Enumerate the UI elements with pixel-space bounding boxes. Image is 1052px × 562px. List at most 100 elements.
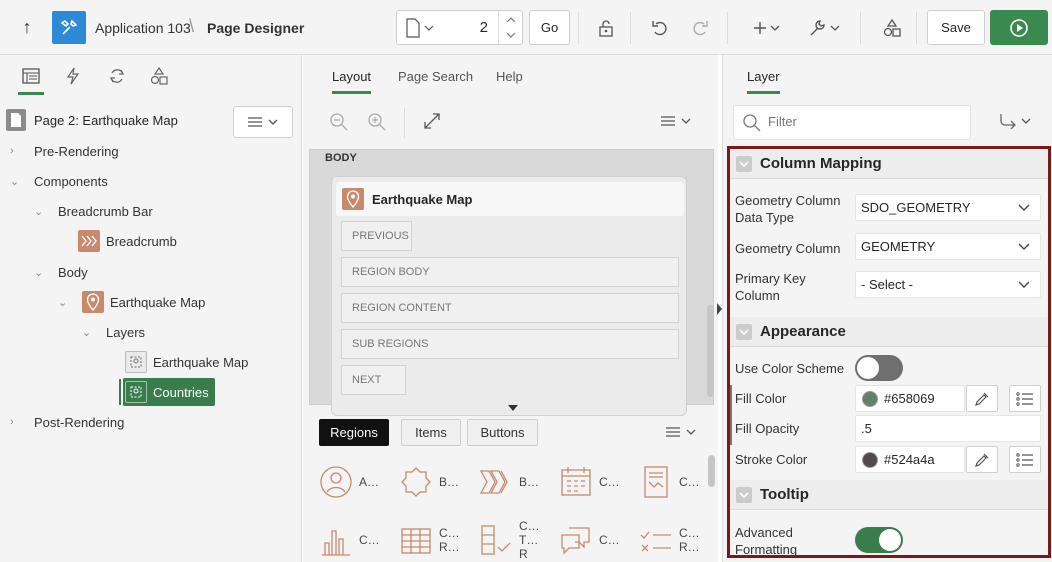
primary-key-column-select[interactable]: - Select - (855, 271, 1041, 298)
page-tree-header[interactable]: Page 2: Earthquake Map (6, 108, 178, 132)
shared-components-icon[interactable] (876, 12, 908, 44)
chevron-down-icon[interactable]: ⌄ (34, 266, 46, 279)
utilities-wrench-icon[interactable] (805, 12, 843, 44)
rendering-tree-panel: Page 2: Earthquake Map › Pre-Rendering ⌄… (0, 55, 302, 562)
tree-node-layer-countries[interactable]: Countries (123, 378, 215, 406)
tree-node-earthquake-map-region[interactable]: ⌄ Earthquake Map (58, 289, 205, 315)
section-column-mapping[interactable]: Column Mapping (730, 149, 1048, 179)
gallery-item[interactable]: A… (319, 457, 399, 507)
redo-icon[interactable] (684, 12, 716, 44)
tree-node-layer-earthquake-map[interactable]: Earthquake Map (125, 349, 248, 375)
chevron-down-icon[interactable]: ⌄ (10, 175, 22, 188)
processing-tab-icon[interactable] (106, 65, 128, 87)
chevron-right-icon[interactable]: › (10, 416, 22, 428)
gallery-item[interactable]: C… R… (399, 515, 479, 562)
page-number-value[interactable]: 2 (480, 19, 488, 36)
gallery-item-label: C… R… (439, 526, 460, 554)
gallery-item[interactable]: C… (559, 457, 639, 507)
tree-node-post-rendering[interactable]: › Post-Rendering (10, 409, 124, 435)
geometry-column-select[interactable]: GEOMETRY (855, 233, 1041, 260)
gallery-item[interactable]: B… (399, 457, 479, 507)
collapse-arrow-icon (508, 405, 518, 411)
create-menu-icon[interactable] (748, 12, 784, 44)
advanced-formatting-toggle[interactable] (855, 527, 903, 553)
page-number-stepper[interactable] (498, 11, 522, 44)
zoom-in-icon[interactable] (367, 112, 387, 135)
stroke-color-swatch[interactable] (862, 451, 878, 468)
expand-icon[interactable] (423, 112, 441, 133)
layout-menu-button[interactable] (661, 115, 691, 127)
gallery-tab-items[interactable]: Items (401, 419, 461, 446)
canvas-scrollbar[interactable] (707, 305, 714, 397)
gallery-tab-regions[interactable]: Regions (319, 419, 389, 446)
tree-node-breadcrumb-bar[interactable]: ⌄ Breadcrumb Bar (34, 198, 153, 224)
tree-node-layers[interactable]: ⌄ Layers (82, 319, 145, 345)
slot-previous[interactable]: PREVIOUS (341, 221, 412, 251)
tree-node-components[interactable]: ⌄ Components (10, 168, 108, 194)
shared-components-tab-icon[interactable] (148, 65, 170, 87)
chevron-down-icon[interactable]: ⌄ (58, 296, 70, 309)
go-to-group-menu[interactable] (999, 113, 1031, 129)
save-button[interactable]: Save (927, 10, 985, 45)
region-earthquake-map[interactable]: Earthquake Map PREVIOUS REGION BODY REGI… (331, 176, 687, 416)
slot-sub-regions[interactable]: SUB REGIONS (341, 329, 679, 359)
tab-layout[interactable]: Layout (332, 69, 372, 94)
chevron-down-icon[interactable]: ⌄ (82, 326, 94, 339)
chevron-down-icon (686, 429, 696, 435)
gallery-item[interactable]: B… (479, 457, 559, 507)
chevron-down-icon[interactable]: ⌄ (34, 205, 46, 218)
lock-icon[interactable] (590, 12, 622, 44)
undo-icon[interactable] (644, 12, 676, 44)
app-builder-icon[interactable] (52, 11, 86, 44)
chevron-right-icon[interactable]: › (10, 145, 22, 157)
tab-page-search[interactable]: Page Search (398, 69, 473, 84)
gallery-item[interactable]: C… R… (639, 515, 719, 562)
gallery-tab-buttons[interactable]: Buttons (467, 419, 538, 446)
zoom-out-icon[interactable] (329, 112, 349, 135)
fill-color-swatch[interactable] (862, 390, 878, 407)
run-page-button[interactable] (990, 10, 1048, 45)
gallery-item[interactable]: C… (319, 515, 399, 562)
gallery-item[interactable]: C… (639, 457, 719, 507)
section-appearance[interactable]: Appearance (730, 317, 1048, 347)
fill-color-input[interactable]: #658069 (855, 385, 965, 412)
stroke-color-list-button[interactable] (1009, 446, 1041, 473)
geometry-column-data-type-select[interactable]: SDO_GEOMETRY (855, 194, 1041, 221)
section-tooltip[interactable]: Tooltip (730, 480, 1048, 510)
chevron-down-icon[interactable] (736, 155, 752, 172)
fill-color-list-button[interactable] (1009, 385, 1041, 412)
stroke-color-input[interactable]: #524a4a (855, 446, 965, 473)
tree-node-pre-rendering[interactable]: › Pre-Rendering (10, 138, 119, 164)
gallery-item[interactable]: C… (559, 515, 639, 562)
chevron-down-icon[interactable] (736, 323, 752, 340)
page-number-input[interactable]: 2 (396, 10, 523, 45)
gallery-item-label: C… (359, 533, 380, 547)
selected-node[interactable]: Countries (123, 378, 215, 406)
breadcrumb-application[interactable]: Application 103 (95, 20, 191, 36)
slot-region-body[interactable]: REGION BODY (341, 257, 679, 287)
rendering-tab-icon[interactable] (18, 65, 44, 95)
region-header[interactable]: Earthquake Map (336, 182, 684, 216)
use-color-scheme-toggle[interactable] (855, 355, 903, 381)
slot-next[interactable]: NEXT (341, 365, 406, 395)
fill-opacity-input[interactable]: .5 (855, 415, 1041, 442)
tab-help[interactable]: Help (496, 69, 523, 84)
stroke-color-picker-button[interactable] (966, 446, 998, 473)
tree-node-body[interactable]: ⌄ Body (34, 259, 88, 285)
gallery-splitter[interactable] (303, 405, 718, 413)
go-button[interactable]: Go (529, 10, 570, 45)
gallery-item[interactable]: C… T… R (479, 515, 559, 562)
fill-color-picker-button[interactable] (966, 385, 998, 412)
chevron-down-icon (1018, 204, 1030, 211)
up-arrow-icon[interactable]: ↑ (14, 14, 40, 40)
chevron-down-icon[interactable] (736, 486, 752, 503)
gallery-menu-button[interactable] (666, 426, 696, 438)
filter-input[interactable] (768, 114, 958, 129)
gallery-scrollbar[interactable] (708, 455, 715, 487)
slot-region-content[interactable]: REGION CONTENT (341, 293, 679, 323)
tree-menu-button[interactable] (233, 106, 293, 138)
tab-layer[interactable]: Layer (747, 69, 780, 94)
dynamic-actions-tab-icon[interactable] (62, 65, 84, 87)
filter-field[interactable] (733, 105, 971, 140)
tree-node-breadcrumb[interactable]: Breadcrumb (78, 228, 177, 254)
